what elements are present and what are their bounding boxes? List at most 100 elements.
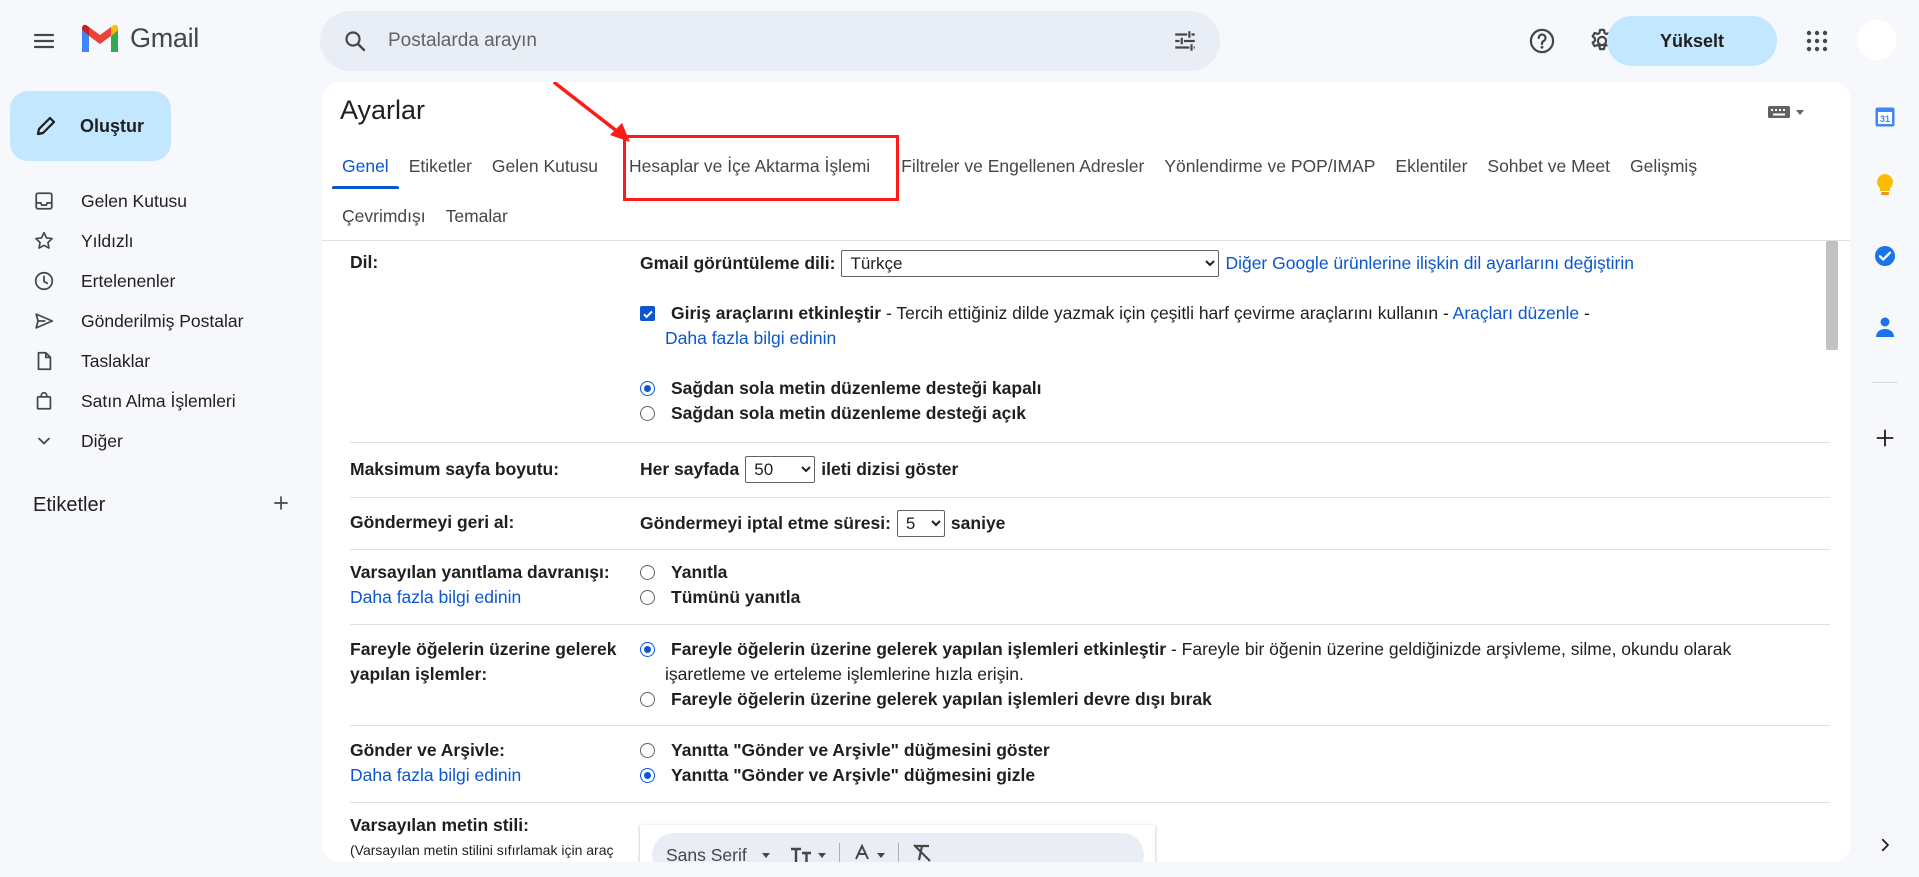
undo-send-select[interactable]: 5 [896,510,945,537]
display-language-label: Gmail görüntüleme dili: [640,253,836,273]
setting-language: Dil: Gmail görüntüleme dili: Türkçe Diğe… [350,241,1830,443]
setting-label: Göndermeyi geri al: [350,512,515,532]
search-options-button[interactable] [1170,26,1200,56]
tab-forwarding[interactable]: Yönlendirme ve POP/IMAP [1154,143,1385,189]
tasks-app-button[interactable] [1870,241,1900,271]
text-size-icon [790,847,811,862]
reply-behavior-label: Varsayılan yanıtlama davranışı: [350,562,610,582]
learn-more-link[interactable]: Daha fazla bilgi edinin [350,763,640,788]
sidebar-item-label: Gelen Kutusu [81,190,188,211]
page-size-select[interactable]: 50 [745,456,816,483]
hide-send-archive-label: Yanıtta "Gönder ve Arşivle" düğmesini gi… [671,765,1036,785]
sidebar-item-inbox[interactable]: Gelen Kutusu [0,181,310,221]
gmail-m-icon [82,24,118,52]
formatting-toolbar: Sans Serif [652,833,1144,862]
contacts-app-button[interactable] [1870,312,1900,342]
show-send-archive-label: Yanıtta "Gönder ve Arşivle" düğmesini gö… [671,740,1050,760]
settings-scrollbar[interactable] [1826,241,1838,350]
input-tools-label: Giriş araçlarını etkinleştir [671,303,882,323]
hover-enable-label: Fareyle öğelerin üzerine gelerek yapılan… [671,639,1167,659]
setting-undo-send: Göndermeyi geri al: Göndermeyi iptal etm… [350,498,1830,550]
other-language-settings-link[interactable]: Diğer Google ürünlerine ilişkin dil ayar… [1225,251,1634,276]
lightbulb-icon [1877,174,1893,195]
checkmark-icon [642,310,653,318]
page-size-suffix: ileti dizisi göster [821,459,959,479]
google-apps-button[interactable] [1797,21,1837,61]
reply-all-label: Tümünü yanıtla [671,587,801,607]
tab-advanced[interactable]: Gelişmiş [1620,143,1707,189]
account-avatar[interactable] [1857,20,1897,60]
sidebar-item-sent[interactable]: Gönderilmiş Postalar [0,301,310,341]
page-size-prefix: Her sayfada [640,459,740,479]
main-menu-button[interactable] [24,21,64,61]
dropdown-arrow-icon [1796,110,1804,115]
calendar-icon: 31 [1875,107,1895,127]
expand-side-panel-button[interactable] [1870,830,1900,860]
reply-all-radio[interactable] [640,590,655,605]
sidebar-item-more[interactable]: Diğer [0,421,310,461]
calendar-app-button[interactable]: 31 [1870,102,1900,132]
display-language-select[interactable]: Türkçe [841,250,1220,277]
compose-button[interactable]: Oluştur [10,91,171,161]
reply-radio[interactable] [640,565,655,580]
input-tools-checkbox[interactable] [640,306,655,321]
tab-offline[interactable]: Çevrimdışı [332,193,436,239]
hover-enable-radio[interactable] [640,642,655,657]
tab-general[interactable]: Genel [332,143,399,189]
sidebar-item-label: Gönderilmiş Postalar [81,310,244,331]
sidebar-item-drafts[interactable]: Taslaklar [0,341,310,381]
tasks-check-icon [1875,246,1895,266]
setting-body: Yanıtta "Gönder ve Arşivle" düğmesini gö… [640,738,1050,788]
font-size-button[interactable] [789,845,827,862]
keep-app-button[interactable] [1870,170,1900,200]
rail-divider [1872,382,1898,383]
create-label-button[interactable] [271,493,291,518]
help-button[interactable] [1522,21,1562,61]
tab-themes[interactable]: Temalar [436,193,518,239]
text-color-button[interactable] [852,844,886,862]
edit-tools-link[interactable]: Araçları düzenle [1453,303,1579,323]
tab-chat-and-meet[interactable]: Sohbet ve Meet [1477,143,1620,189]
rtl-on-label: Sağdan sola metin düzenleme desteği açık [671,403,1026,423]
apps-grid-icon [1806,30,1828,52]
tab-addons[interactable]: Eklentiler [1385,143,1477,189]
dropdown-arrow-icon [761,853,770,858]
tab-filters[interactable]: Filtreler ve Engellenen Adresler [891,143,1154,189]
upgrade-button[interactable]: Yükselt [1607,16,1777,66]
gmail-logo[interactable]: Gmail [80,23,199,54]
get-addons-button[interactable] [1870,423,1900,453]
clear-formatting-icon [913,843,931,862]
hamburger-menu-icon [33,33,55,49]
learn-more-link[interactable]: Daha fazla bilgi edinin [665,328,836,348]
rtl-off-radio[interactable] [640,381,655,396]
reply-label: Yanıtla [671,562,728,582]
learn-more-link[interactable]: Daha fazla bilgi edinin [350,585,640,610]
sidebar-item-starred[interactable]: Yıldızlı [0,221,310,261]
help-icon [1529,28,1555,54]
input-tools-button[interactable] [1767,104,1805,120]
search-input[interactable] [388,11,1128,71]
search-button[interactable] [340,26,370,56]
rtl-on-radio[interactable] [640,406,655,421]
sidebar-item-snoozed[interactable]: Ertelenenler [0,261,310,301]
show-send-archive-radio[interactable] [640,743,655,758]
setting-reply-behavior: Varsayılan yanıtlama davranışı: Daha faz… [350,550,1830,625]
setting-label: Varsayılan yanıtlama davranışı: Daha faz… [350,560,640,610]
settings-tabs-row-1: Genel Etiketler Gelen Kutusu Hesaplar ve… [332,143,1707,189]
sidebar-item-purchases[interactable]: Satın Alma İşlemleri [0,381,310,421]
setting-label: Maksimum sayfa boyutu: [350,459,560,479]
setting-body: Yanıtla Tümünü yanıtla [640,560,800,610]
pencil-icon [36,116,56,136]
font-family-select[interactable]: Sans Serif [666,845,771,862]
hover-disable-radio[interactable] [640,692,655,707]
dropdown-arrow-icon [817,853,826,858]
tab-labels[interactable]: Etiketler [399,143,482,189]
remove-formatting-button[interactable] [911,843,933,863]
chevron-down-icon [38,437,50,445]
hide-send-archive-radio[interactable] [640,768,655,783]
tab-highlight-box [623,135,899,201]
sidebar-item-label: Yıldızlı [81,230,134,251]
annotation-arrow [553,82,630,142]
undo-send-suffix: saniye [950,513,1006,533]
tune-icon [1175,31,1195,51]
